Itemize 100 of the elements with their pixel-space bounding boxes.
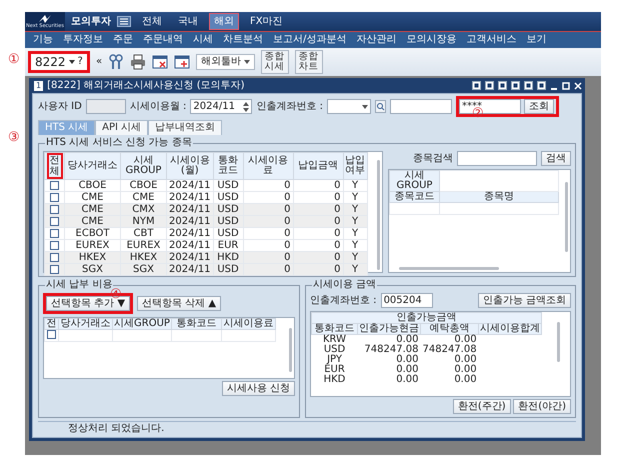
select-all-header[interactable]: 전 bbox=[44, 318, 58, 329]
top-tab[interactable]: 국내 bbox=[173, 13, 203, 30]
table-cell: SGX bbox=[120, 264, 166, 276]
checkbox[interactable] bbox=[50, 264, 59, 274]
menu-item[interactable]: 보고서/성과분석 bbox=[273, 34, 346, 46]
section-title: 시세 납부 비용 bbox=[45, 280, 112, 290]
column-header: 당사거래소 bbox=[64, 152, 120, 180]
spinner-arrows-icon bbox=[243, 102, 250, 112]
column-header: 납입여부 bbox=[343, 152, 368, 180]
menu-item[interactable]: 시세 bbox=[193, 34, 213, 46]
help-link[interactable]: ? bbox=[78, 56, 83, 68]
checkbox[interactable] bbox=[50, 240, 59, 250]
maximize-icon[interactable] bbox=[562, 82, 570, 90]
toolbar-button[interactable]: 종합 시세 bbox=[260, 50, 289, 74]
table-cell: Y bbox=[343, 216, 368, 228]
column-header: 통화코드 bbox=[312, 323, 358, 334]
printer-icon[interactable] bbox=[130, 54, 146, 70]
menu-item[interactable]: 주문내역 bbox=[143, 34, 183, 46]
table-cell-text: 0.00 bbox=[395, 374, 420, 384]
toolbar-button[interactable]: 종합 차트 bbox=[294, 50, 323, 74]
search-field[interactable] bbox=[457, 151, 537, 166]
window-number: 1 bbox=[34, 80, 44, 90]
column-header: 종목명 bbox=[440, 191, 558, 202]
checkbox[interactable] bbox=[50, 192, 59, 202]
field-label: 종목검색 bbox=[413, 152, 453, 164]
top-tab[interactable]: 해외 bbox=[209, 13, 239, 30]
table-cell: 0 bbox=[293, 180, 344, 192]
column-header: 통화코드 bbox=[171, 318, 222, 329]
tab[interactable]: 납부내역조회 bbox=[148, 120, 222, 135]
query-button[interactable]: 조회 bbox=[524, 99, 554, 114]
menu-item[interactable]: 자산관리 bbox=[356, 34, 396, 46]
annotation-marker: ③ bbox=[8, 131, 20, 144]
column-header: 시세이용료 bbox=[221, 318, 276, 329]
table-cell: 0.00 bbox=[358, 334, 420, 344]
table-cell: 0 bbox=[243, 264, 294, 276]
field-label: 인출계좌번호 : bbox=[256, 100, 323, 112]
table-cell: 2024/11 bbox=[166, 180, 214, 192]
table-cell: 0 bbox=[243, 180, 294, 192]
toolbar-dropdown[interactable]: 해외툴바 bbox=[196, 54, 255, 70]
search-button[interactable]: 검색 bbox=[541, 151, 571, 166]
close-icon[interactable] bbox=[574, 82, 582, 90]
table-cell-text: 0.00 bbox=[395, 354, 420, 364]
field-label: 시세이용월 : bbox=[130, 100, 186, 112]
column-header: 시세GROUP bbox=[112, 318, 172, 329]
exchange-button[interactable]: 환전(야간) bbox=[513, 399, 571, 414]
top-tab[interactable]: 전체 bbox=[137, 13, 167, 30]
menu-item[interactable]: 기능 bbox=[33, 34, 53, 46]
table-cell-text: 0.00 bbox=[395, 364, 420, 374]
window-icon[interactable] bbox=[152, 54, 168, 70]
top-tab[interactable]: FX마진 bbox=[245, 13, 288, 30]
tools-icon[interactable] bbox=[108, 54, 124, 70]
account-field[interactable]: 005204 bbox=[380, 293, 433, 308]
menu-item[interactable]: 보기 bbox=[526, 34, 546, 46]
apply-button[interactable]: 시세사용 신청 bbox=[222, 381, 295, 396]
table-cell: 2024/11 bbox=[166, 216, 214, 228]
menu-item[interactable]: 주문 bbox=[113, 34, 133, 46]
menu-item[interactable]: 차트분석 bbox=[223, 34, 263, 46]
column-header: 인출가능현금 bbox=[358, 323, 420, 334]
window-add-icon[interactable] bbox=[174, 54, 190, 70]
exchange-button[interactable]: 환전(주간) bbox=[452, 399, 511, 414]
group-header: 인출가능금액 bbox=[312, 312, 542, 323]
search-icon[interactable] bbox=[374, 100, 386, 113]
month-spinner[interactable]: 2024/11 bbox=[190, 99, 252, 114]
table-cell: 2024/11 bbox=[166, 228, 214, 240]
table-cell: USD bbox=[213, 264, 244, 276]
table-cell: USD bbox=[213, 228, 244, 240]
withdrawable-query-button[interactable]: 인출가능 금액조회 bbox=[478, 293, 571, 308]
collapse-button[interactable]: « bbox=[96, 56, 102, 68]
table-cell: SGX bbox=[64, 264, 120, 276]
checkbox[interactable] bbox=[50, 252, 59, 262]
column-header: 시세GROUP bbox=[120, 152, 166, 180]
section-title: 시세이용 금액 bbox=[312, 280, 378, 290]
menu-item[interactable]: 투자정보 bbox=[63, 34, 103, 46]
table-cell: NYM bbox=[120, 216, 166, 228]
table-cell-text: 0.00 bbox=[453, 364, 478, 374]
row-header: 시세GROUP bbox=[390, 170, 440, 191]
column-header: 시세이용료 bbox=[243, 152, 294, 180]
column-header: 납입금액 bbox=[293, 152, 344, 180]
delete-selected-button[interactable]: 선택항목 삭제 ▲ bbox=[137, 296, 222, 311]
checkbox[interactable] bbox=[50, 216, 59, 226]
table-cell: Y bbox=[343, 264, 368, 276]
dropdown-label: 해외툴바 bbox=[201, 56, 242, 68]
table-cell-text: 0.00 bbox=[453, 354, 478, 364]
checkbox[interactable] bbox=[47, 330, 56, 340]
tab[interactable]: API 시세 bbox=[95, 120, 148, 135]
table-cell: 2024/11 bbox=[166, 264, 214, 276]
checkbox[interactable] bbox=[50, 204, 59, 214]
checkbox[interactable] bbox=[50, 228, 59, 238]
column-header: 시세이용(월) bbox=[166, 152, 214, 180]
list-icon[interactable] bbox=[117, 16, 131, 27]
menu-item[interactable]: 고객서비스 bbox=[466, 34, 516, 46]
user-id-field[interactable] bbox=[86, 99, 126, 114]
column-header: 당사거래소 bbox=[58, 318, 112, 329]
checkbox[interactable] bbox=[50, 180, 59, 190]
select-all-header[interactable]: 전체 bbox=[46, 153, 62, 179]
account-field[interactable] bbox=[390, 99, 452, 114]
screen-number-field[interactable]: 8222 ? bbox=[28, 51, 90, 73]
table-cell: USD bbox=[213, 216, 244, 228]
menu-item[interactable]: 모의시장용 bbox=[406, 34, 456, 46]
table-cell: KRW bbox=[312, 334, 358, 344]
